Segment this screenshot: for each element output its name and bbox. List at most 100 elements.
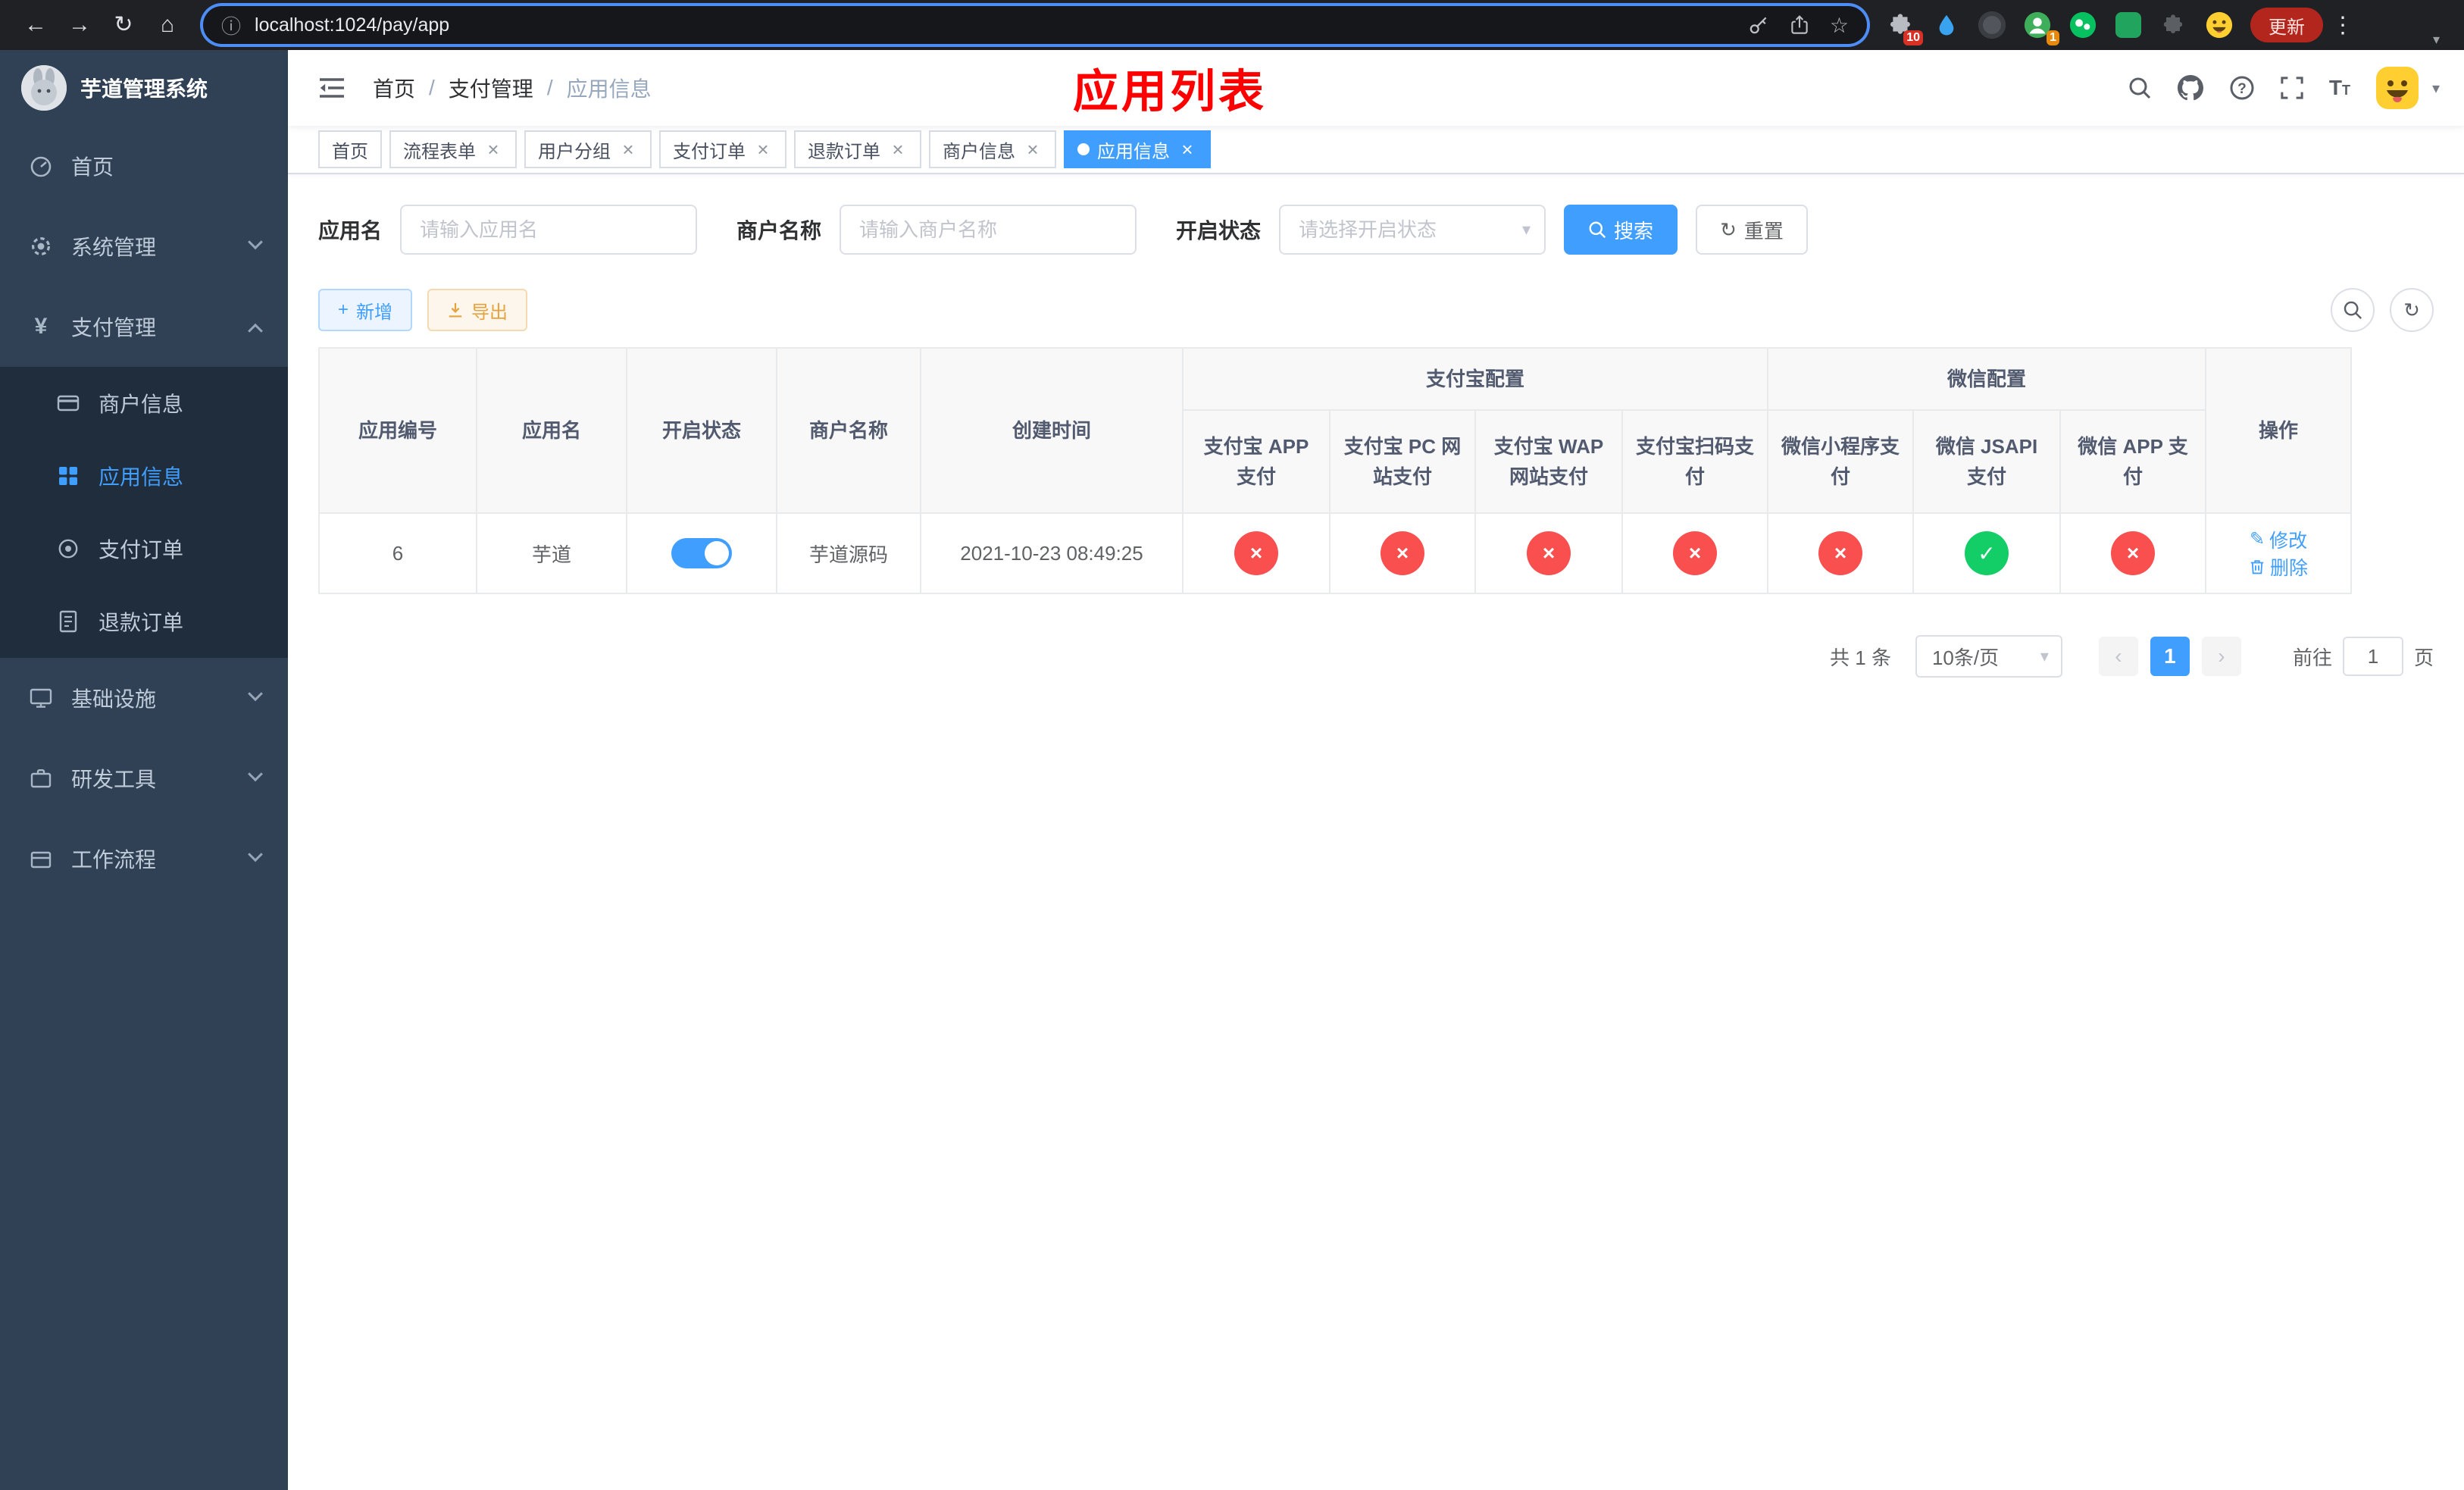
edit-link[interactable]: ✎ 修改	[2250, 526, 2307, 553]
filter-form: 应用名 商户名称 开启状态 ▾	[318, 205, 2434, 255]
cell-wechat-jsapi: ✓	[1912, 512, 2062, 594]
tab-label: 流程表单	[403, 141, 476, 162]
menu-label: 首页	[71, 155, 114, 179]
tab-close-icon[interactable]: ×	[618, 139, 638, 159]
cell-app-name: 芋道	[476, 512, 627, 594]
extension-green-square-icon[interactable]	[2112, 9, 2144, 41]
browser-back-icon[interactable]: ←	[15, 5, 56, 45]
page-annotation: 应用列表	[1073, 66, 1267, 117]
plus-icon: +	[338, 299, 349, 320]
url-text[interactable]: localhost:1024/pay/app	[255, 14, 1734, 36]
app-name-label: 应用名	[318, 219, 383, 243]
browser-reload-icon[interactable]: ↻	[103, 5, 144, 45]
tab-app-info[interactable]: 应用信息 ×	[1064, 130, 1211, 168]
user-avatar[interactable]	[2375, 67, 2419, 109]
password-key-icon[interactable]	[1748, 14, 1769, 36]
page-number-button[interactable]: 1	[2150, 637, 2190, 676]
menu-label: 工作流程	[71, 848, 157, 872]
tab-close-icon[interactable]: ×	[888, 139, 908, 159]
share-icon[interactable]	[1789, 14, 1810, 36]
export-button[interactable]: 导出	[427, 289, 528, 331]
tab-close-icon[interactable]: ×	[1023, 139, 1043, 159]
browser-menu-icon[interactable]: ⋮	[2326, 12, 2359, 39]
menu-label: 应用信息	[98, 465, 184, 489]
tab-pay-orders[interactable]: 支付订单 ×	[659, 130, 786, 168]
tab-close-icon[interactable]: ×	[483, 139, 503, 159]
delete-link[interactable]: 删除	[2249, 553, 2308, 581]
help-icon[interactable]: ?	[2229, 75, 2255, 101]
add-button[interactable]: + 新增	[318, 289, 413, 331]
page-size-select[interactable]: 10条/页 ▾	[1915, 635, 2062, 678]
bookmark-star-icon[interactable]: ☆	[1830, 13, 1849, 38]
address-bar[interactable]: ⓘ localhost:1024/pay/app ☆	[203, 6, 1867, 44]
tab-close-icon[interactable]: ×	[1177, 139, 1197, 159]
tab-close-icon[interactable]: ×	[753, 139, 773, 159]
sidebar-item-system[interactable]: 系统管理	[0, 206, 288, 286]
reset-button[interactable]: ↻ 重置	[1696, 205, 1808, 255]
sidebar-item-infrastructure[interactable]: 基础设施	[0, 658, 288, 738]
avatar-caret-icon[interactable]: ▾	[2432, 79, 2440, 98]
tab-home[interactable]: 首页	[318, 130, 382, 168]
font-size-icon[interactable]: TT	[2329, 77, 2350, 99]
search-button[interactable]: 搜索	[1564, 205, 1678, 255]
tab-process-form[interactable]: 流程表单 ×	[389, 130, 517, 168]
sidebar-item-dev-tools[interactable]: 研发工具	[0, 738, 288, 819]
menu-label: 退款订单	[98, 611, 184, 634]
extension-drop-icon[interactable]	[1931, 9, 1962, 41]
col-alipay-app: 支付宝 APP 支付	[1182, 409, 1330, 514]
browser-forward-icon[interactable]: →	[59, 5, 100, 45]
search-icon[interactable]	[2128, 76, 2152, 100]
next-page-button[interactable]: ›	[2201, 637, 2241, 676]
refresh-icon[interactable]: ↻	[2390, 288, 2434, 332]
site-info-icon[interactable]: ⓘ	[221, 11, 241, 39]
status-label: 开启状态	[1176, 219, 1262, 243]
record-circle-icon	[55, 537, 82, 561]
fullscreen-icon[interactable]	[2281, 77, 2303, 99]
select-caret-icon: ▾	[2040, 646, 2049, 665]
sidebar-item-merchant-info[interactable]: 商户信息	[0, 367, 288, 440]
total-count-text: 共 1 条	[1830, 646, 1891, 669]
tab-user-group[interactable]: 用户分组 ×	[524, 130, 652, 168]
extension-profile-circle-icon[interactable]: 1	[2022, 9, 2059, 45]
extension-dark-puzzle-icon[interactable]	[2158, 9, 2190, 41]
sidebar-item-app-info[interactable]: 应用信息	[0, 440, 288, 512]
toolbar-caret-icon[interactable]: ▾	[2433, 32, 2440, 48]
extension-dark-circle-icon[interactable]	[1976, 9, 2008, 41]
credit-card-icon	[55, 391, 82, 415]
sidebar-item-payment[interactable]: ¥ 支付管理	[0, 286, 288, 367]
browser-update-button[interactable]: 更新	[2250, 8, 2323, 42]
github-icon[interactable]	[2177, 75, 2203, 101]
prev-page-button[interactable]: ‹	[2098, 637, 2138, 676]
wechat-mini-status-icon: ×	[1818, 531, 1863, 575]
browser-home-icon[interactable]: ⌂	[147, 5, 188, 45]
box-icon	[27, 847, 55, 871]
tab-merchant-info[interactable]: 商户信息 ×	[929, 130, 1056, 168]
logo-avatar-image	[21, 65, 67, 111]
sidebar-toggle-icon[interactable]	[312, 70, 352, 106]
tab-label: 支付订单	[673, 141, 746, 162]
sidebar-item-workflow[interactable]: 工作流程	[0, 819, 288, 899]
profile-avatar-emoji-icon[interactable]	[2203, 9, 2235, 41]
row-status-toggle[interactable]	[671, 538, 732, 568]
col-status: 开启状态	[626, 347, 777, 514]
tab-refund-orders[interactable]: 退款订单 ×	[794, 130, 921, 168]
sidebar-item-home[interactable]: 首页	[0, 126, 288, 206]
extension-green-circle-icon[interactable]	[2067, 9, 2099, 41]
alipay-app-status-icon: ×	[1234, 531, 1278, 575]
toggle-search-icon[interactable]	[2331, 288, 2375, 332]
status-select[interactable]	[1279, 205, 1546, 255]
breadcrumb-payment[interactable]: 支付管理	[449, 73, 533, 103]
extensions-puzzle-icon[interactable]: 10	[1885, 9, 1923, 45]
reload-glyph: ↻	[114, 12, 133, 37]
sidebar-item-pay-orders[interactable]: 支付订单	[0, 512, 288, 585]
svg-text:?: ?	[2237, 81, 2247, 97]
breadcrumb-home[interactable]: 首页	[373, 73, 415, 103]
app-name-input[interactable]	[400, 205, 698, 255]
cell-status	[626, 512, 777, 594]
goto-page-input[interactable]	[2342, 637, 2403, 676]
merchant-name-input[interactable]	[840, 205, 1137, 255]
sidebar-item-refund-orders[interactable]: 退款订单	[0, 585, 288, 658]
col-wechat-jsapi: 微信 JSAPI 支付	[1912, 409, 2062, 514]
col-wechat-mini: 微信小程序支付	[1767, 409, 1915, 514]
document-icon	[55, 609, 82, 634]
